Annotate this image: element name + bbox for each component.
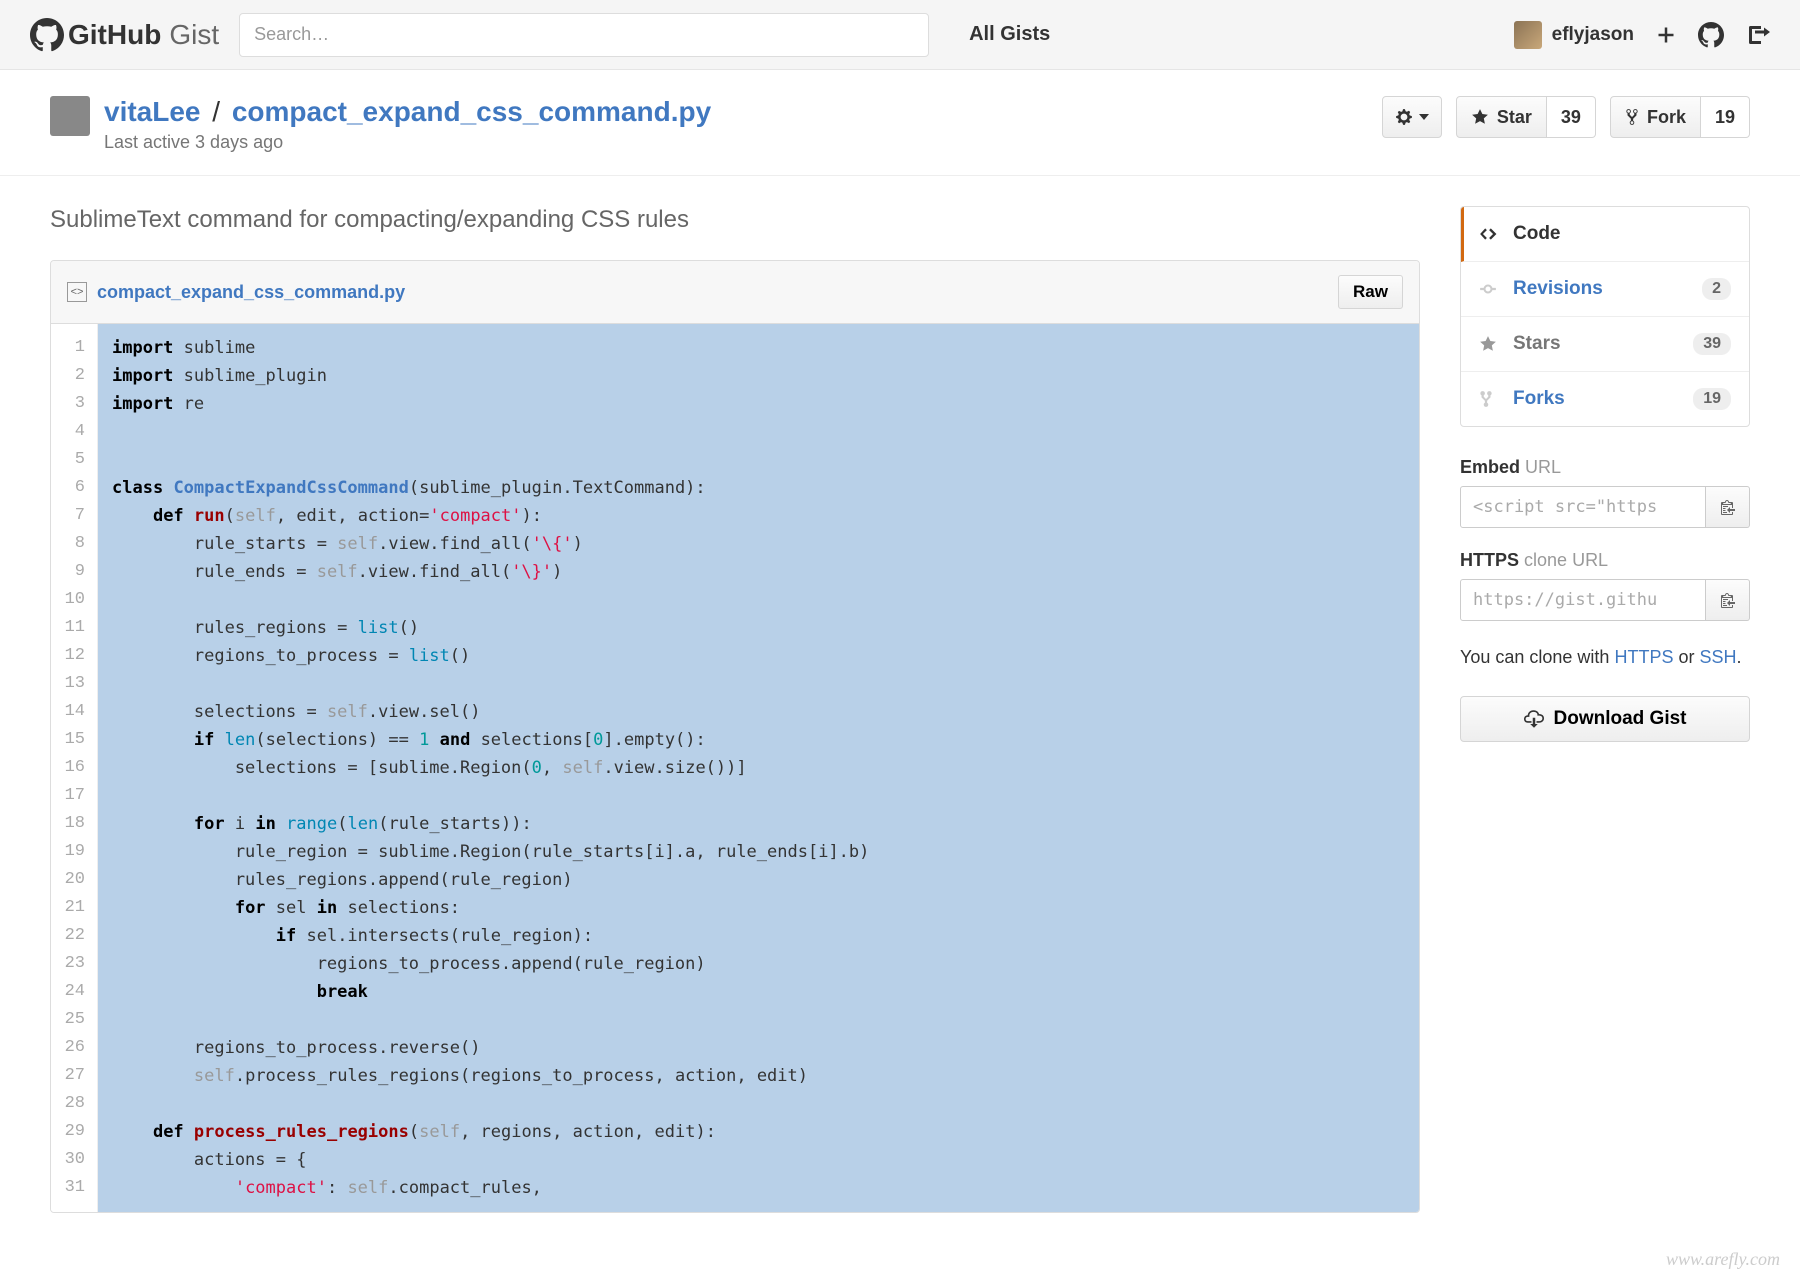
- embed-input-group: [1460, 486, 1750, 528]
- nav-right: eflyjason: [1514, 21, 1770, 49]
- gist-meta: Last active 3 days ago: [104, 132, 1382, 153]
- octocat-icon[interactable]: [1698, 22, 1724, 48]
- fork-icon: [1479, 390, 1499, 408]
- gist-title-wrap: vitaLee / compact_expand_css_command.py …: [104, 96, 1382, 153]
- star-label: Star: [1497, 107, 1532, 128]
- code-file-icon: <>: [67, 282, 87, 302]
- code-lines[interactable]: import sublime import sublime_plugin imp…: [98, 324, 1419, 1212]
- embed-section: Embed URL: [1460, 457, 1750, 528]
- github-mark-icon: [30, 18, 64, 52]
- main-column: SublimeText command for compacting/expan…: [50, 206, 1420, 1213]
- plus-icon[interactable]: [1656, 25, 1676, 45]
- gist-header: vitaLee / compact_expand_css_command.py …: [0, 70, 1800, 176]
- copy-https-button[interactable]: [1706, 579, 1750, 621]
- fork-button-group: Fork 19: [1610, 96, 1750, 138]
- clipboard-icon: [1720, 592, 1736, 608]
- clone-help-text: You can clone with HTTPS or SSH.: [1460, 643, 1750, 672]
- sidebar-forks-label: Forks: [1513, 388, 1565, 410]
- commit-icon: [1479, 280, 1499, 298]
- star-button[interactable]: Star: [1456, 96, 1547, 138]
- embed-url-input[interactable]: [1460, 486, 1706, 528]
- line-numbers: 1234567891011121314151617181920212223242…: [51, 324, 98, 1212]
- cloud-download-icon: [1524, 709, 1544, 729]
- search-input[interactable]: [239, 13, 929, 57]
- sidebar-code-label: Code: [1513, 223, 1561, 245]
- sidebar-item-revisions[interactable]: Revisions 2: [1461, 262, 1749, 317]
- star-button-group: Star 39: [1456, 96, 1596, 138]
- gear-icon: [1395, 108, 1413, 126]
- sidebar: Code Revisions 2 Stars 39 Forks: [1460, 206, 1750, 1213]
- file-box: <> compact_expand_css_command.py Raw 123…: [50, 260, 1420, 1213]
- https-label: HTTPS clone URL: [1460, 550, 1750, 571]
- owner-avatar-icon[interactable]: [50, 96, 90, 136]
- watermark: www.arefly.com: [1666, 1249, 1780, 1270]
- fork-label: Fork: [1647, 107, 1686, 128]
- stars-count: 39: [1693, 333, 1731, 355]
- sidebar-stars-label: Stars: [1513, 333, 1561, 355]
- user-avatar-icon: [1514, 21, 1542, 49]
- fork-button[interactable]: Fork: [1610, 96, 1701, 138]
- embed-label: Embed URL: [1460, 457, 1750, 478]
- forks-count: 19: [1693, 388, 1731, 410]
- download-label: Download Gist: [1554, 708, 1687, 730]
- gist-title: vitaLee / compact_expand_css_command.py: [104, 96, 1382, 128]
- settings-button[interactable]: [1382, 96, 1442, 138]
- search-wrap: [239, 13, 929, 57]
- user-menu[interactable]: eflyjason: [1514, 21, 1634, 49]
- fork-count[interactable]: 19: [1701, 96, 1750, 138]
- gist-actions: Star 39 Fork 19: [1382, 96, 1750, 138]
- revisions-count: 2: [1702, 278, 1731, 300]
- star-icon: [1479, 335, 1499, 353]
- content-container: SublimeText command for compacting/expan…: [0, 176, 1800, 1243]
- file-header: <> compact_expand_css_command.py Raw: [51, 261, 1419, 324]
- star-icon: [1471, 108, 1489, 126]
- sidebar-nav: Code Revisions 2 Stars 39 Forks: [1460, 206, 1750, 427]
- sidebar-item-stars[interactable]: Stars 39: [1461, 317, 1749, 372]
- username: eflyjason: [1552, 24, 1634, 46]
- copy-embed-button[interactable]: [1706, 486, 1750, 528]
- clipboard-icon: [1720, 499, 1736, 515]
- fork-icon: [1625, 108, 1639, 126]
- download-gist-button[interactable]: Download Gist: [1460, 696, 1750, 742]
- caret-down-icon: [1419, 114, 1429, 120]
- https-input-group: [1460, 579, 1750, 621]
- logo-subtext: Gist: [169, 19, 219, 51]
- clone-https-link[interactable]: HTTPS: [1614, 647, 1673, 667]
- code-icon: [1479, 225, 1499, 243]
- sidebar-item-forks[interactable]: Forks 19: [1461, 372, 1749, 426]
- https-url-input[interactable]: [1460, 579, 1706, 621]
- sidebar-item-code[interactable]: Code: [1461, 207, 1749, 262]
- code-content: import sublime import sublime_plugin imp…: [98, 334, 1419, 1202]
- nav-all-gists[interactable]: All Gists: [969, 23, 1050, 46]
- sidebar-revisions-label: Revisions: [1513, 278, 1603, 300]
- raw-button[interactable]: Raw: [1338, 275, 1403, 309]
- clone-ssh-link[interactable]: SSH: [1699, 647, 1736, 667]
- sign-out-icon[interactable]: [1746, 23, 1770, 47]
- main-header: GitHub Gist All Gists eflyjason: [0, 0, 1800, 70]
- gist-name-link[interactable]: compact_expand_css_command.py: [232, 96, 711, 127]
- logo[interactable]: GitHub Gist: [30, 18, 219, 52]
- code-area: 1234567891011121314151617181920212223242…: [51, 324, 1419, 1212]
- gist-description: SublimeText command for compacting/expan…: [50, 206, 1420, 234]
- title-separator: /: [212, 96, 220, 127]
- logo-text: GitHub: [68, 19, 161, 51]
- star-count[interactable]: 39: [1547, 96, 1596, 138]
- owner-link[interactable]: vitaLee: [104, 96, 201, 127]
- file-name-link[interactable]: compact_expand_css_command.py: [97, 282, 405, 303]
- https-section: HTTPS clone URL: [1460, 550, 1750, 621]
